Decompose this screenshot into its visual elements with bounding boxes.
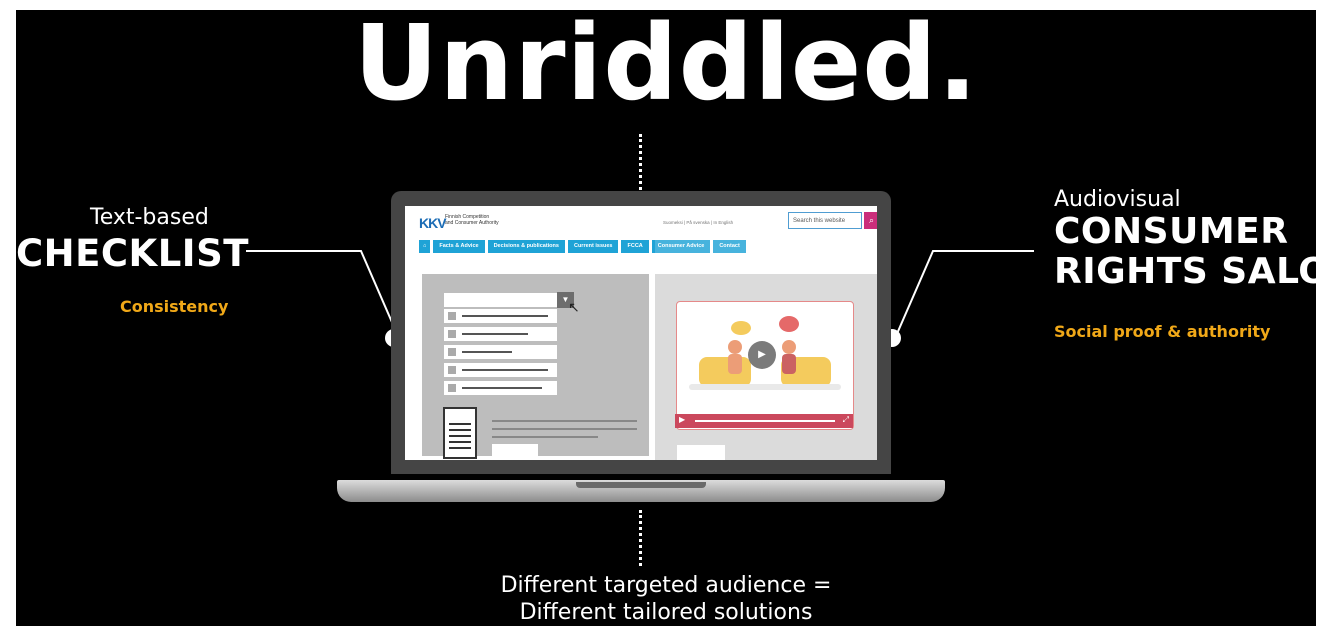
screen-glare — [655, 206, 877, 460]
placeholder-text-line — [492, 420, 637, 422]
right-tagline: Social proof & authority — [1054, 322, 1271, 341]
left-connector — [246, 250, 399, 337]
bottom-caption: Different targeted audience = Different … — [16, 572, 1316, 626]
left-subtitle: Text-based — [90, 205, 209, 230]
checklist-row[interactable] — [444, 381, 557, 395]
site-logo[interactable]: KKV — [419, 215, 447, 231]
home-icon: ⌂ — [423, 243, 427, 249]
checklist-row[interactable] — [444, 327, 557, 341]
placeholder-text-line — [492, 428, 637, 430]
checklist-row-text — [462, 315, 548, 317]
right-heading-line1: CONSUMER — [1054, 211, 1289, 252]
logo-text-line2: and Consumer Authority — [445, 220, 499, 226]
left-heading: CHECKLIST — [16, 232, 249, 275]
site-logo-text: Finnish Competition and Consumer Authori… — [445, 214, 499, 226]
slide-canvas: Unriddled. Text-based CHECKLIST Consiste… — [16, 10, 1316, 626]
nav-item-fcca[interactable]: FCCA — [621, 240, 649, 253]
right-connector — [895, 250, 1034, 337]
checklist-row-text — [462, 369, 548, 371]
right-heading: CONSUMER RIGHTS SALON — [1054, 212, 1316, 292]
document-icon — [443, 407, 477, 459]
nav-item-decisions[interactable]: Decisions & publications — [487, 240, 565, 253]
checklist-row[interactable] — [444, 345, 557, 359]
bottom-caption-line1: Different targeted audience = — [500, 573, 832, 598]
cursor-icon: ↖ — [568, 299, 580, 315]
right-heading-line2: RIGHTS SALON — [1054, 251, 1316, 292]
checklist-row[interactable] — [444, 363, 557, 377]
checklist-row-text — [462, 333, 528, 335]
checkbox[interactable] — [448, 366, 456, 374]
nav-item-current-issues[interactable]: Current issues — [567, 240, 619, 253]
laptop-screen: KKV Finnish Competition and Consumer Aut… — [405, 206, 877, 460]
checkbox[interactable] — [448, 384, 456, 392]
nav-home[interactable]: ⌂ — [419, 240, 431, 253]
laptop-notch — [576, 482, 706, 488]
checkbox[interactable] — [448, 312, 456, 320]
right-subtitle: Audiovisual — [1054, 187, 1181, 212]
left-tagline: Consistency — [120, 297, 229, 316]
checklist-row-text — [462, 387, 542, 389]
placeholder-text-line — [492, 436, 598, 438]
bottom-caption-line2: Different tailored solutions — [519, 600, 813, 625]
checkbox[interactable] — [448, 348, 456, 356]
checkbox[interactable] — [448, 330, 456, 338]
checklist-row-text — [462, 351, 512, 353]
checklist-action-button[interactable] — [492, 444, 538, 459]
checklist-row[interactable] — [444, 309, 557, 323]
checklist-dropdown[interactable] — [444, 293, 560, 307]
nav-item-facts[interactable]: Facts & Advice — [433, 240, 485, 253]
